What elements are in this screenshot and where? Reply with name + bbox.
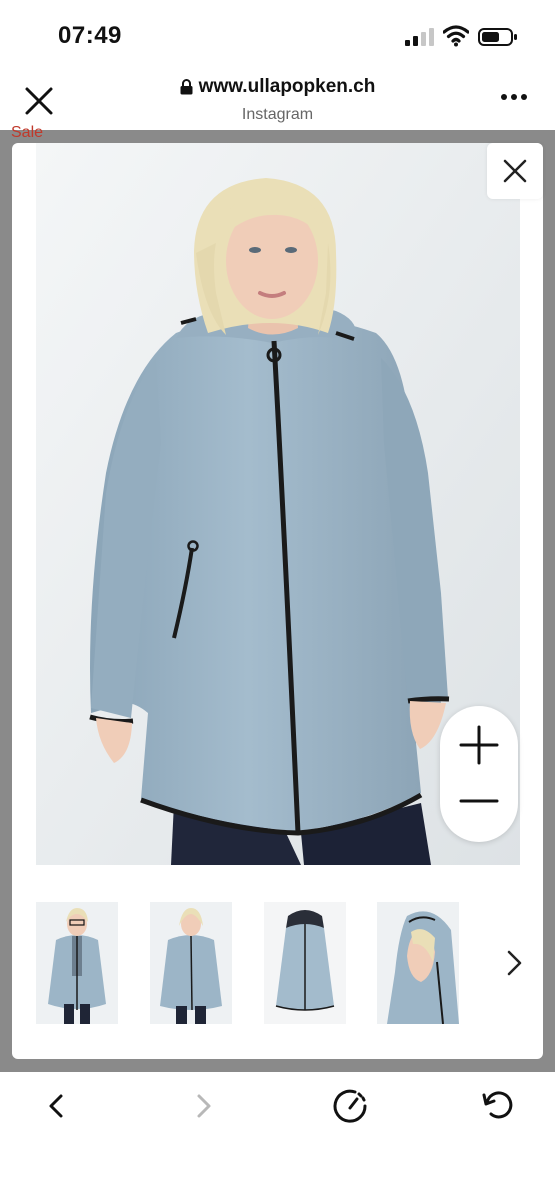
plus-icon — [459, 725, 499, 765]
speedometer-icon[interactable] — [330, 1086, 370, 1126]
address-area[interactable]: www.ullapopken.ch Instagram — [0, 76, 555, 124]
status-bar: 07:49 — [0, 0, 555, 70]
forward-icon[interactable] — [184, 1086, 224, 1126]
url-text: www.ullapopken.ch — [198, 76, 376, 97]
modal-close-button[interactable] — [487, 143, 543, 199]
thumbnail-4[interactable] — [377, 902, 459, 1024]
chevron-right-icon[interactable] — [500, 948, 528, 978]
back-icon[interactable] — [36, 1086, 76, 1126]
lock-icon — [180, 79, 193, 95]
close-icon — [503, 159, 527, 183]
zoom-in-button[interactable] — [440, 716, 518, 774]
thumbnail-1[interactable] — [36, 902, 118, 1024]
wifi-icon — [443, 25, 469, 47]
thumbnail-2[interactable] — [150, 902, 232, 1024]
browser-subtitle: Instagram — [241, 106, 314, 123]
zoom-control — [440, 706, 518, 842]
sale-label: Sale — [11, 124, 44, 141]
cellular-signal-icon — [405, 28, 434, 46]
status-time: 07:49 — [58, 22, 122, 49]
reload-icon[interactable] — [478, 1086, 518, 1126]
zoom-out-button[interactable] — [440, 774, 518, 832]
browser-header: www.ullapopken.ch Instagram — [0, 70, 555, 130]
minus-icon — [459, 799, 499, 803]
browser-toolbar — [0, 1072, 555, 1200]
more-icon[interactable] — [500, 92, 528, 102]
battery-icon — [478, 28, 517, 46]
thumbnail-3[interactable] — [264, 902, 346, 1024]
